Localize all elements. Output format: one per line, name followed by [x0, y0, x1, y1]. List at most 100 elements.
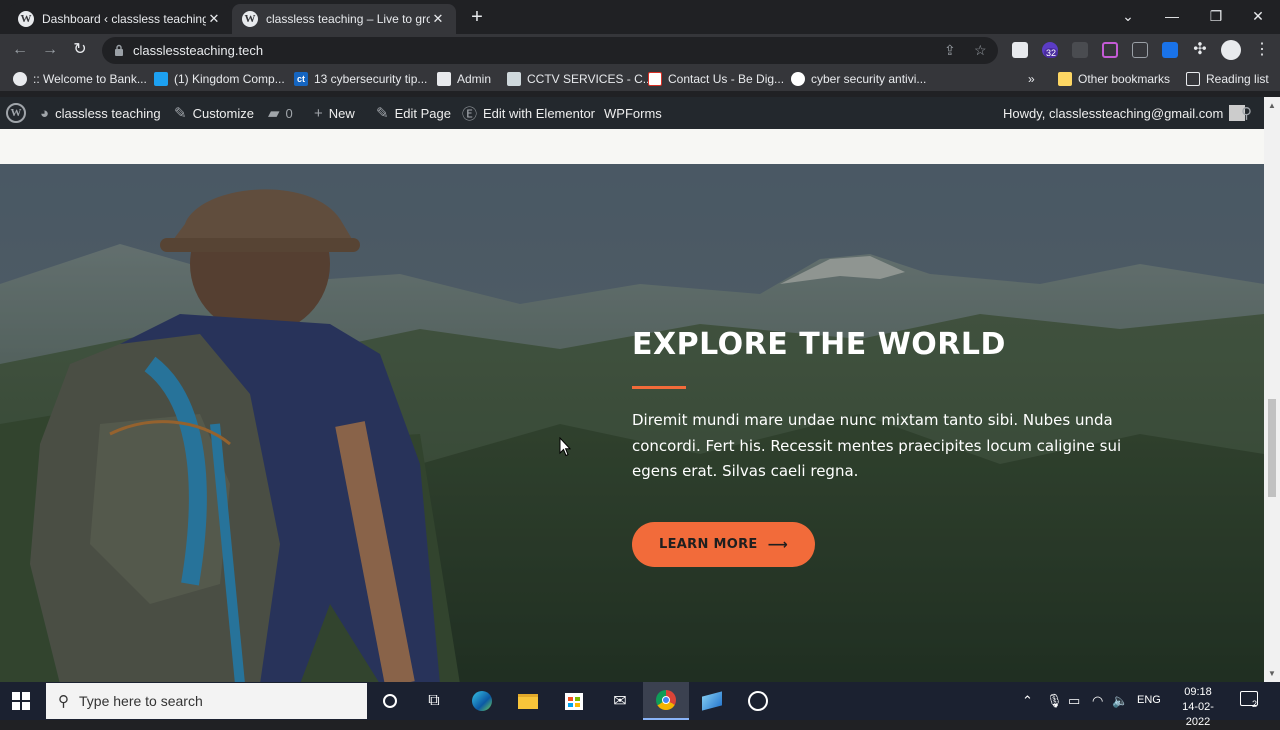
menu-icon[interactable]: ⋮ [1250, 38, 1274, 62]
window-close-button[interactable]: ✕ [1236, 4, 1280, 28]
extension-icon[interactable] [1102, 42, 1118, 58]
tray-chevron-icon[interactable]: ⌃ [1022, 693, 1033, 709]
windows-start-icon[interactable] [12, 692, 30, 710]
dashboard-icon: ◕ [40, 104, 50, 122]
admin-icon [437, 72, 451, 86]
bookmark-item[interactable]: (1) Kingdom Comp... [154, 71, 285, 87]
customize-link[interactable]: ✎ Customize [174, 97, 254, 129]
mouse-cursor-icon [559, 437, 571, 457]
brush-icon: ✎ [174, 105, 187, 122]
forward-icon[interactable]: → [38, 38, 62, 62]
bookmarks-overflow-button[interactable]: » [1028, 71, 1035, 87]
minimize-button[interactable]: — [1150, 4, 1194, 28]
wordpress-icon: W [242, 11, 258, 27]
puzzle-icon[interactable]: ✣ [1188, 38, 1212, 62]
clock-date: 14-02-2022 [1182, 701, 1214, 728]
elementor-icon: Ⓔ [462, 105, 478, 123]
new-content-link[interactable]: + New [314, 97, 355, 129]
clock[interactable]: 09:18 14-02-2022 [1170, 685, 1226, 730]
bookmark-item[interactable]: Admin [437, 71, 491, 87]
hero-divider [632, 386, 686, 389]
comments-link[interactable]: ▰ 0 [268, 97, 293, 129]
volume-icon[interactable]: 🔈 [1112, 693, 1128, 709]
other-bookmarks[interactable]: Other bookmarks [1058, 71, 1170, 87]
mail-icon [648, 72, 662, 86]
arrow-right-icon: ⟶ [767, 536, 788, 553]
taskbar-search[interactable]: ⚲ Type here to search [46, 683, 367, 719]
browser-toolbar: ← → ↻ classlessteaching.tech ⇪ ☆ 32 ✣ ⋮ [0, 34, 1280, 66]
extension-icon[interactable] [1132, 42, 1148, 58]
tab-strip: W Dashboard ‹ classless teaching — ✕ W c… [0, 0, 1280, 34]
task-view-icon[interactable]: ⧉ [421, 688, 447, 714]
extension-badge-icon[interactable]: 32 [1042, 42, 1059, 58]
page-content: EXPLORE THE WORLD Diremit mundi mare und… [0, 129, 1264, 682]
obs-icon[interactable] [745, 688, 771, 714]
notification-icon[interactable]: 2 [1240, 691, 1258, 709]
bookmark-item[interactable]: Contact Us - Be Dig... [648, 71, 784, 87]
bookmark-item[interactable]: CCTV SERVICES - C... [507, 71, 653, 87]
scroll-down-icon[interactable]: ▼ [1267, 669, 1277, 678]
cortana-icon[interactable] [377, 688, 403, 714]
tab-classless-teaching[interactable]: W classless teaching – Live to grow ✕ [232, 4, 456, 34]
edge-icon[interactable] [469, 688, 495, 714]
tab-search-icon[interactable]: ⌄ [1106, 4, 1150, 28]
battery-icon[interactable]: ▭ [1068, 693, 1080, 709]
edit-page-link[interactable]: ✎ Edit Page [376, 97, 451, 129]
hero-text: Diremit mundi mare undae nunc mixtam tan… [632, 411, 1122, 480]
close-icon[interactable]: ✕ [430, 11, 446, 27]
share-icon[interactable]: ⇪ [944, 42, 956, 59]
tab-dashboard[interactable]: W Dashboard ‹ classless teaching — ✕ [8, 4, 232, 34]
language-indicator[interactable]: ENG [1137, 694, 1161, 706]
hero-section: EXPLORE THE WORLD Diremit mundi mare und… [0, 164, 1264, 682]
notification-count: 2 [1252, 699, 1258, 709]
url-text: classlessteaching.tech [133, 43, 264, 58]
extension-icon[interactable] [1072, 42, 1088, 58]
account-menu[interactable]: Howdy, classlessteaching@gmail.com [1003, 97, 1246, 129]
pencil-icon: ✎ [376, 105, 389, 122]
app-icon[interactable] [699, 688, 725, 714]
twitter-icon [154, 72, 168, 86]
mail-icon[interactable]: ✉ [607, 688, 633, 714]
scrollbar-thumb[interactable] [1268, 399, 1276, 497]
restore-button[interactable]: ❐ [1194, 4, 1238, 28]
file-explorer-icon[interactable] [515, 688, 541, 714]
close-icon[interactable]: ✕ [206, 11, 222, 27]
wifi-icon[interactable]: ◠ [1092, 693, 1103, 709]
extension-badge: 32 [1044, 48, 1059, 58]
page-scrollbar[interactable]: ▲ ▼ [1264, 97, 1280, 682]
back-icon[interactable]: ← [8, 38, 32, 62]
folder-icon [1058, 72, 1072, 86]
clock-time: 09:18 [1184, 686, 1212, 698]
address-bar[interactable]: classlessteaching.tech ⇪ ☆ [102, 37, 998, 64]
bookmarks-bar: :: Welcome to Bank... (1) Kingdom Comp..… [0, 66, 1280, 92]
comment-icon: ▰ [268, 105, 280, 122]
bookmark-item[interactable]: :: Welcome to Bank... [13, 71, 147, 87]
site-name-link[interactable]: ◕ classless teaching [40, 97, 161, 129]
extension-icon[interactable] [1162, 42, 1178, 58]
windows-taskbar: ⚲ Type here to search ⧉ ✉ ⌃ 🎙 ▭ ◠ 🔈 ENG … [0, 682, 1280, 728]
ct-icon: ct [294, 72, 308, 86]
chrome-icon[interactable] [643, 682, 689, 720]
plus-icon: + [314, 104, 323, 122]
scroll-up-icon[interactable]: ▲ [1267, 101, 1277, 110]
new-tab-button[interactable]: + [466, 6, 488, 28]
taskbar-search-placeholder: Type here to search [79, 693, 203, 709]
cctv-icon [507, 72, 521, 86]
bookmark-item[interactable]: cyber security antivi... [791, 71, 926, 87]
wordpress-logo-icon[interactable]: W [6, 97, 26, 129]
store-icon[interactable] [561, 688, 587, 714]
wpforms-link[interactable]: WPForms [604, 97, 662, 129]
microphone-icon[interactable]: 🎙 [1046, 693, 1063, 709]
reading-list[interactable]: Reading list [1186, 71, 1269, 87]
reload-icon[interactable]: ↻ [68, 38, 92, 62]
bookmark-star-icon[interactable]: ☆ [974, 42, 987, 59]
extension-icon[interactable] [1012, 42, 1028, 58]
search-icon[interactable]: ⚲ [1241, 97, 1252, 129]
google-icon [791, 72, 805, 86]
globe-icon [13, 72, 27, 86]
profile-avatar[interactable] [1221, 40, 1241, 60]
learn-more-button[interactable]: LEARN MORE ⟶ [632, 522, 815, 567]
wordpress-icon: W [18, 11, 34, 27]
edit-elementor-link[interactable]: Ⓔ Edit with Elementor [462, 97, 595, 129]
bookmark-item[interactable]: ct 13 cybersecurity tip... [294, 71, 427, 87]
